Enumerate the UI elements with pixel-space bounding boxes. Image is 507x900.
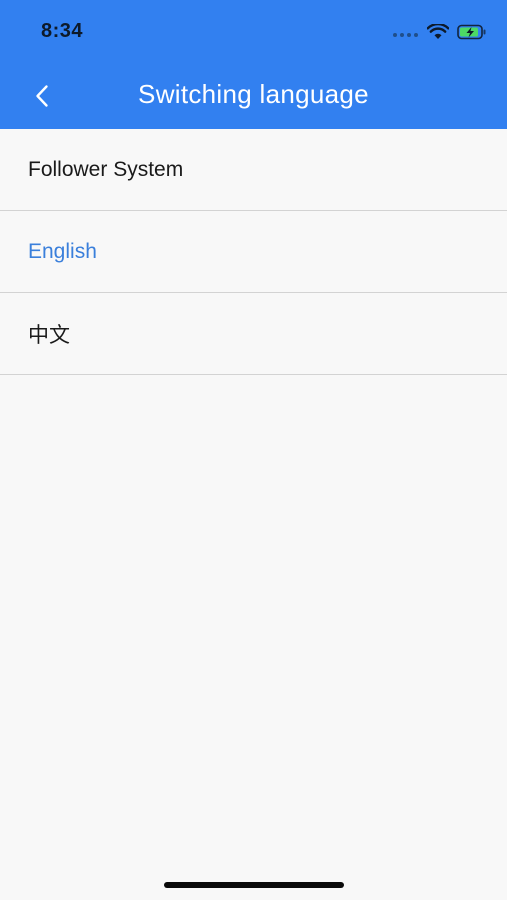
home-indicator <box>164 882 344 888</box>
header: 8:34 Switching language <box>0 0 507 129</box>
language-option-chinese[interactable]: 中文 <box>0 293 507 375</box>
wifi-icon <box>427 24 449 39</box>
page-title: Switching language <box>138 79 369 109</box>
signal-dots-icon <box>393 33 418 37</box>
list-item-follower-system: Follower System <box>0 129 507 211</box>
language-option-english[interactable]: English <box>0 211 507 293</box>
battery-charging-icon <box>457 24 486 40</box>
status-icons <box>393 22 487 42</box>
status-bar: 8:34 <box>0 0 507 64</box>
nav-bar: Switching language <box>0 64 507 129</box>
status-time: 8:34 <box>41 20 84 42</box>
language-list: Follower System English 中文 <box>0 129 507 375</box>
